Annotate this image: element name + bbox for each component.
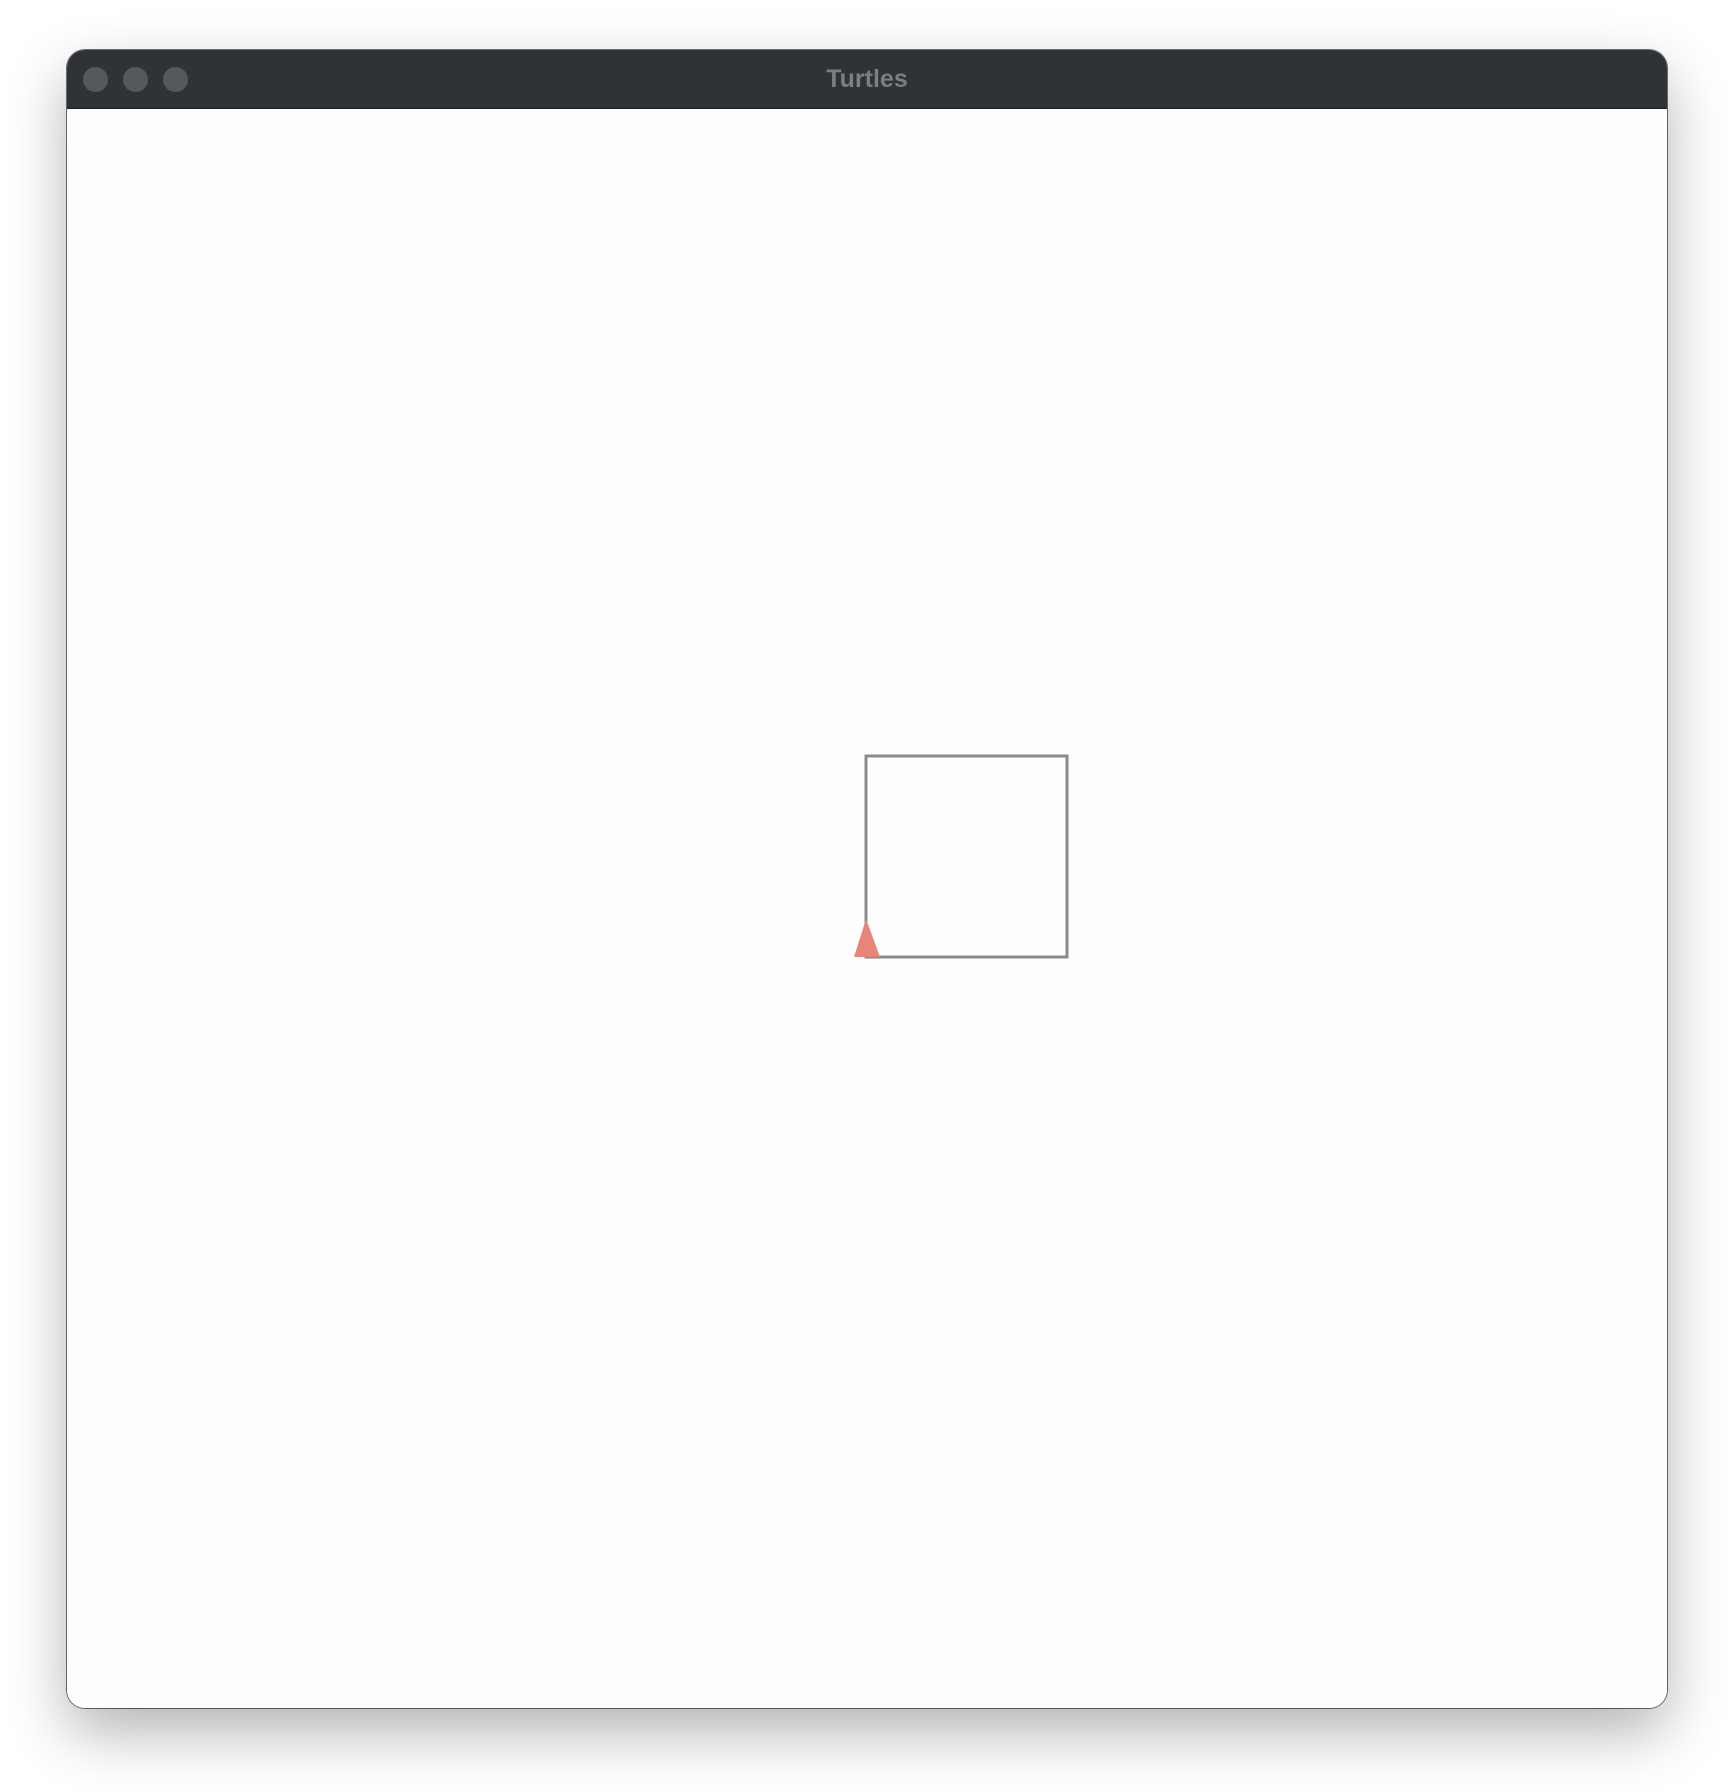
- turtle-cursor-icon: [854, 919, 880, 957]
- turtles-window: Turtles: [67, 50, 1667, 1708]
- drawn-square-path: [864, 754, 1069, 959]
- turtle-canvas: [67, 109, 1667, 1708]
- drawing-surface: [854, 754, 1069, 959]
- window-title: Turtles: [826, 65, 908, 93]
- title-bar[interactable]: Turtles: [67, 50, 1667, 109]
